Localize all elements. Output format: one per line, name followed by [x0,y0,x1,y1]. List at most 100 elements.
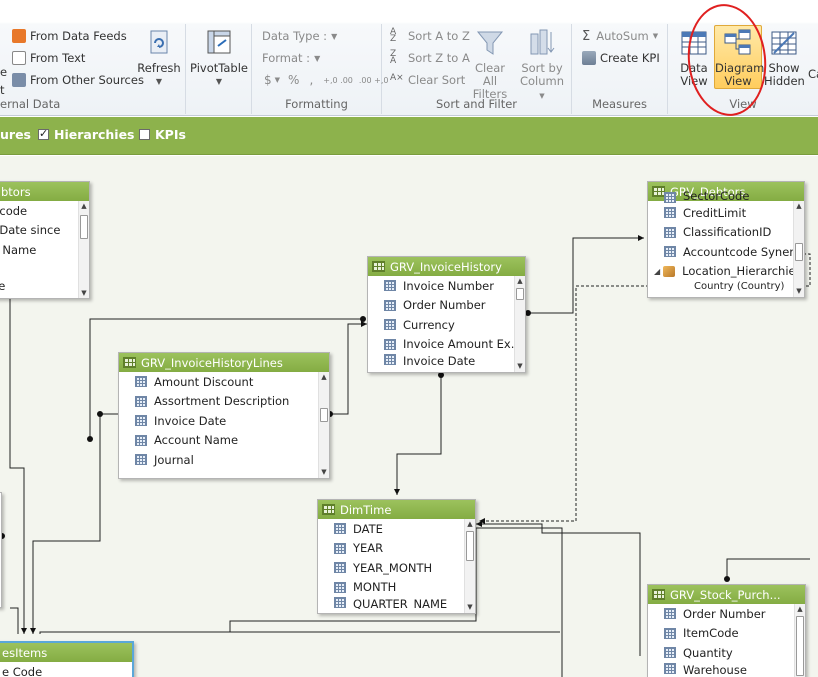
relationship-line[interactable] [32,414,101,634]
column-row[interactable]: Invoice Amount Ex... [368,335,525,355]
table-scrollbar[interactable]: ▲ ▼ [464,519,475,613]
column-row[interactable]: Order Number [368,296,525,316]
column-row[interactable]: Assortment Description [119,392,329,412]
column-row[interactable]: Amount Discount [119,372,329,392]
scroll-down-icon[interactable]: ▼ [794,287,804,295]
table-scrollbar[interactable]: ▲ [794,604,805,677]
table-header[interactable]: GRV_Stock_Purch... [648,585,805,604]
refresh-button[interactable]: Refresh ▼ [136,26,182,88]
column-row[interactable]: YEAR [318,539,475,559]
scroll-down-icon[interactable]: ▼ [79,289,89,297]
clear-all-filters-button[interactable]: Clear All Filters [468,26,512,101]
from-data-feeds-button[interactable]: From Data Feeds [12,26,127,46]
scroll-thumb[interactable] [796,616,804,676]
percent-button[interactable]: % [288,73,299,87]
scroll-up-icon[interactable]: ▲ [465,520,475,528]
table-dimtime[interactable]: DimTime DATE YEAR YEAR_MONTH MONTH QUART… [317,499,476,614]
column-row[interactable]: Warehouse [648,662,805,677]
table-debtors[interactable]: GRV_Debtors SectorCode CreditLimit Class… [647,181,805,298]
format-dropdown[interactable]: Format : ▼ [262,48,320,68]
column-row[interactable] [0,260,89,280]
table-header[interactable]: GRV_InvoiceHistoryLines [119,353,329,372]
scroll-down-icon[interactable]: ▼ [515,362,525,370]
clear-sort-button[interactable]: A⨯ Clear Sort [390,70,465,90]
table-header[interactable]: GRV_InvoiceHistory [368,257,525,276]
column-row[interactable]: r Date since [0,221,89,241]
column-row[interactable]: ıt Name [0,240,89,260]
column-row[interactable]: Invoice Date [119,411,329,431]
relationship-line[interactable] [330,323,367,415]
relationship-line[interactable] [528,237,644,314]
scroll-thumb[interactable] [795,243,803,261]
table-debtors-left[interactable]: btors r code r Date since ıt Name de ▲ ▼ [0,181,90,299]
currency-button[interactable]: $ [264,73,272,87]
hierarchies-checkbox[interactable]: Hierarchies [38,127,135,142]
column-row[interactable]: MONTH [318,578,475,598]
column-row[interactable]: Invoice Number [368,276,525,296]
column-row[interactable]: QUARTER_NAME [318,597,475,609]
table-header[interactable]: btors [0,182,89,201]
scroll-thumb[interactable] [466,531,474,561]
scroll-up-icon[interactable]: ▲ [515,277,525,285]
table-header[interactable]: DimTime [318,500,475,519]
scroll-up-icon[interactable]: ▲ [79,202,89,210]
table-scrollbar[interactable]: ▲ ▼ [318,372,329,478]
from-text-button[interactable]: From Text [12,48,85,68]
relationship-line[interactable] [476,523,641,656]
sort-by-column-button[interactable]: Sort by Column ▼ [516,26,568,103]
column-row[interactable]: Accountcode Syner... [648,242,804,262]
measures-toggle-cut[interactable]: ures [0,127,31,142]
column-row[interactable]: Quantity [648,643,805,663]
table-sales-items[interactable]: esItems e Code [0,641,134,677]
scroll-thumb[interactable] [320,408,328,422]
column-row[interactable]: DATE [318,519,475,539]
scroll-thumb[interactable] [80,215,88,239]
table-invoice-history-lines[interactable]: GRV_InvoiceHistoryLines Amount Discount … [118,352,330,479]
column-row[interactable]: Country (Country) [648,281,804,291]
column-row[interactable]: Currency [368,315,525,335]
show-hidden-button[interactable]: Show Hidden [764,26,805,88]
kpis-checkbox[interactable]: KPIs [139,127,186,142]
pivottable-button[interactable]: PivotTable ▼ [190,26,248,88]
calculation-area-button-cut[interactable]: Ca [808,64,818,84]
column-row[interactable]: ClassificationID [648,223,804,243]
column-row[interactable]: de [0,279,89,293]
column-row[interactable]: Journal [119,450,329,470]
increase-decimal-button[interactable]: +,0 .00 [323,76,353,85]
data-type-dropdown[interactable]: Data Type : ▼ [262,26,337,46]
column-row[interactable]: YEAR_MONTH [318,558,475,578]
column-row[interactable]: CreditLimit [648,203,804,223]
from-other-sources-button[interactable]: From Other Sources [12,70,144,90]
column-row[interactable]: SectorCode [648,191,804,203]
column-row[interactable]: ItemCode [648,624,805,644]
comma-button[interactable]: , [309,73,313,87]
table-invoice-history[interactable]: GRV_InvoiceHistory Invoice Number Order … [367,256,526,373]
create-kpi-button[interactable]: Create KPI [582,48,660,68]
relationship-line[interactable] [10,607,19,634]
hierarchy-row[interactable]: ◢ Location_Hierarchie [648,262,804,282]
relationship-line[interactable] [9,274,25,634]
table-scrollbar[interactable]: ▲ ▼ [514,276,525,372]
data-view-button[interactable]: Data View [674,26,714,88]
relationship-line[interactable] [396,375,442,495]
sort-a-to-z-button[interactable]: AZ Sort A to Z [390,26,470,46]
diagram-canvas[interactable]: btors r code r Date since ıt Name de ▲ ▼… [0,156,818,677]
column-row[interactable]: Invoice Date [368,354,525,366]
table-scrollbar[interactable]: ▲ ▼ [793,201,804,297]
scroll-down-icon[interactable]: ▼ [319,468,329,476]
table-left-cut[interactable] [0,492,2,608]
scroll-thumb[interactable] [516,288,524,300]
table-stock-purch[interactable]: GRV_Stock_Purch... Order Number ItemCode… [647,584,806,677]
sort-z-to-a-button[interactable]: ZA Sort Z to A [390,48,470,68]
scroll-up-icon[interactable]: ▲ [795,605,805,613]
scroll-up-icon[interactable]: ▲ [794,202,804,210]
relationship-line[interactable] [476,527,563,677]
relationship-line[interactable] [726,558,810,579]
collapse-icon[interactable]: ◢ [654,267,660,276]
column-row[interactable]: Order Number [648,604,805,624]
column-row[interactable]: r code [0,201,89,221]
table-header[interactable]: esItems [0,643,132,662]
column-row[interactable]: e Code [0,662,132,677]
scroll-up-icon[interactable]: ▲ [319,373,329,381]
scroll-down-icon[interactable]: ▼ [465,603,475,611]
